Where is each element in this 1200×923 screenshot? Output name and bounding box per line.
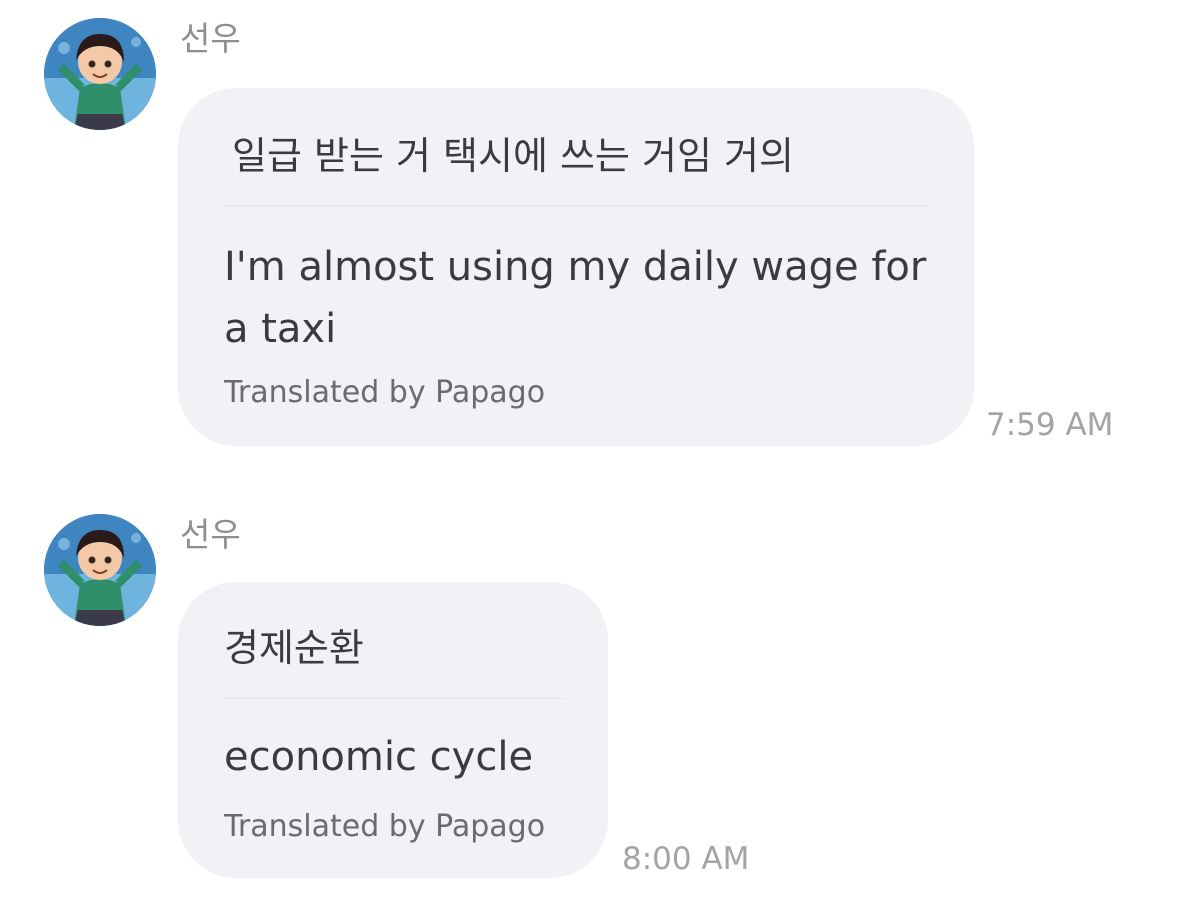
cartoon-girl-avatar-icon (44, 18, 156, 130)
message-bubble[interactable]: 일급 받는 거 택시에 쓰는 거임 거의 I'm almost using my… (178, 88, 974, 446)
divider (224, 205, 928, 206)
cartoon-girl-avatar-icon (44, 514, 156, 626)
avatar[interactable] (44, 18, 156, 130)
translated-text: economic cycle (224, 734, 534, 780)
sender-name: 선우 (180, 515, 241, 554)
message-row: 선우 경제순환 economic cycle Translated by Pap… (0, 496, 1200, 916)
translated-by-label: Translated by Papago (224, 809, 546, 844)
message-bubble[interactable]: 경제순환 economic cycle Translated by Papago (178, 582, 608, 878)
sender-name: 선우 (180, 19, 241, 58)
original-text: 경제순환 (224, 626, 364, 670)
timestamp: 8:00 AM (622, 841, 750, 877)
message-row: 선우 일급 받는 거 택시에 쓰는 거임 거의 I'm almost using… (0, 0, 1200, 460)
translated-by-label: Translated by Papago (224, 375, 546, 410)
original-text: 일급 받는 거 택시에 쓰는 거임 거의 (232, 134, 794, 178)
timestamp: 7:59 AM (986, 407, 1114, 443)
avatar[interactable] (44, 514, 156, 626)
divider (224, 698, 564, 699)
translated-text: I'm almost using my daily wage for a tax… (224, 244, 927, 352)
